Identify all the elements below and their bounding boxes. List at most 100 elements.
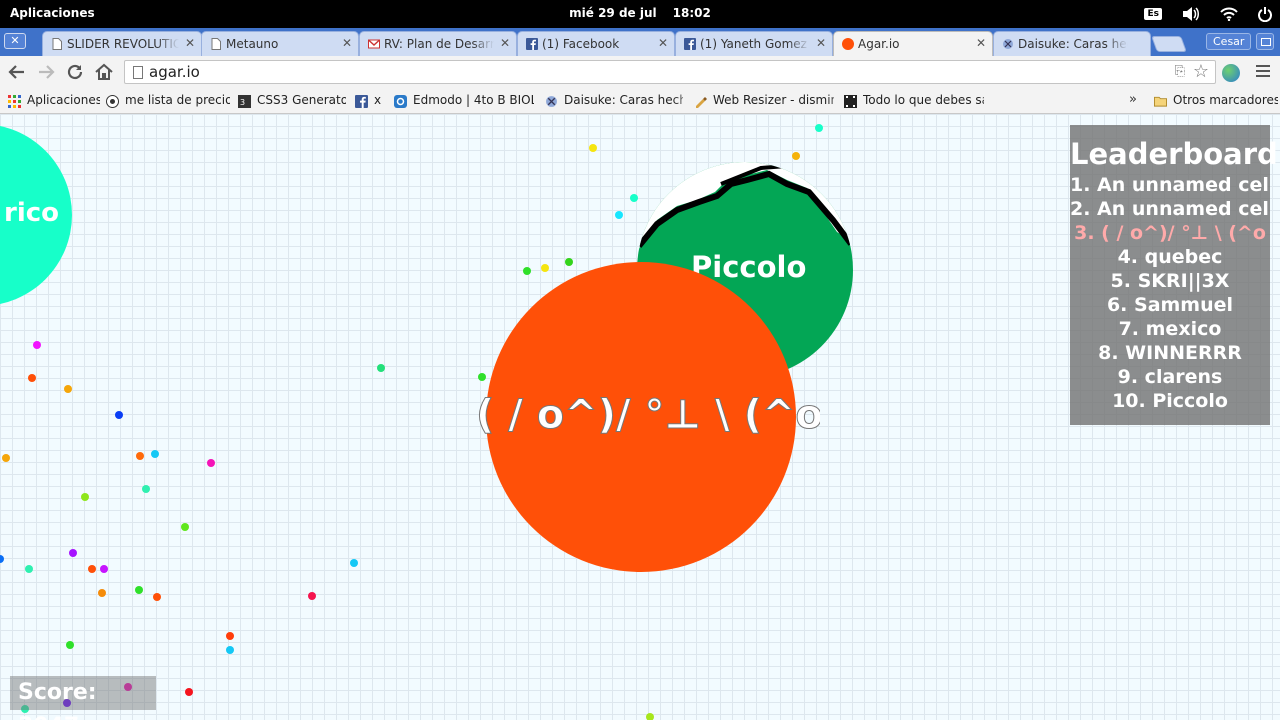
tab-close-icon[interactable]: ✕	[500, 36, 510, 50]
food-pellet	[541, 264, 549, 272]
tab-slider-revolution[interactable]: SLIDER REVOLUTION ✕	[42, 31, 202, 56]
food-pellet	[589, 144, 597, 152]
tab-facebook[interactable]: (1) Facebook ✕	[517, 31, 675, 56]
os-top-bar: Aplicaciones mié 29 de jul 18:02 Es	[0, 0, 1280, 28]
food-pellet	[350, 559, 358, 567]
leaderboard-row: 6. Sammuel	[1106, 294, 1234, 316]
food-pellet	[66, 641, 74, 649]
tab-gmail[interactable]: RV: Plan de Desarrollo ✕	[359, 31, 517, 56]
leaderboard-row: 1. An unnamed cell	[1070, 174, 1270, 196]
food-pellet	[25, 565, 33, 573]
bookmark-daisuke[interactable]: Daisuke: Caras hechas	[545, 92, 683, 110]
home-button[interactable]	[94, 62, 114, 82]
bookmark-label: Edmodo | 4to B BIOLOGIA	[413, 93, 534, 107]
daisuke-icon	[546, 96, 557, 107]
food-pellet	[153, 593, 161, 601]
tab-agario[interactable]: Agar.io ✕	[833, 31, 993, 56]
other-bookmarks-folder[interactable]: Otros marcadores	[1154, 92, 1278, 110]
food-pellet	[181, 523, 189, 531]
volume-icon[interactable]	[1182, 6, 1200, 22]
bookmark-label: Aplicaciones	[27, 93, 100, 107]
tab-label: Agar.io	[858, 37, 900, 51]
tab-metauno[interactable]: Metauno ✕	[201, 31, 359, 56]
food-pellet	[308, 592, 316, 600]
tab-yaneth-facebook[interactable]: (1) Yaneth Gomez C ✕	[675, 31, 833, 56]
bookmark-todo-lo-que[interactable]: Todo lo que debes saber	[844, 92, 984, 110]
svg-text:3: 3	[240, 98, 245, 107]
left-cell-name: rico	[4, 198, 60, 228]
tab-close-icon[interactable]: ✕	[816, 36, 826, 50]
os-clock[interactable]: mié 29 de jul 18:02	[0, 6, 1280, 20]
agario-icon	[842, 38, 854, 50]
page-icon	[211, 38, 221, 50]
food-pellet	[64, 385, 72, 393]
food-pellet	[377, 364, 385, 372]
leaderboard-list: 1. An unnamed cell 2. An unnamed cell 3.…	[1070, 173, 1270, 413]
back-button[interactable]	[7, 62, 27, 82]
tab-daisuke[interactable]: Daisuke: Caras hechas	[993, 31, 1151, 56]
tab-close-icon[interactable]: ✕	[658, 36, 668, 50]
tab-close-icon[interactable]: ✕	[976, 36, 986, 50]
extension-globe-icon[interactable]	[1222, 64, 1240, 82]
gmail-icon	[368, 39, 380, 49]
bookmark-lista-precios[interactable]: me lista de precios	[106, 92, 230, 110]
leaderboard-row: 10. Piccolo	[1112, 390, 1228, 412]
food-pellet	[142, 485, 150, 493]
food-pellet	[815, 124, 823, 132]
tab-close-icon[interactable]: ✕	[342, 36, 352, 50]
facebook-icon	[355, 95, 368, 108]
bookmark-edmodo[interactable]: Edmodo | 4to B BIOLOGIA	[394, 92, 534, 110]
food-pellet	[28, 374, 36, 382]
edmodo-icon	[394, 95, 407, 108]
food-pellet	[646, 713, 654, 720]
player-cell-name: ( / o^)/ °⊥ \ (^o	[476, 392, 820, 438]
bookmark-apps[interactable]: Aplicaciones	[8, 92, 100, 110]
webresizer-icon	[696, 97, 707, 108]
bookmark-css3-generator[interactable]: 3 CSS3 Generator	[238, 92, 346, 110]
address-bar[interactable]: agar.io ⎘ ☆	[124, 60, 1216, 84]
wifi-icon[interactable]	[1220, 7, 1238, 21]
bookmark-star-icon[interactable]: ☆	[1193, 61, 1209, 82]
food-pellet	[615, 211, 623, 219]
power-icon[interactable]	[1258, 6, 1272, 22]
bookmark-label: x	[374, 93, 382, 107]
translate-icon[interactable]: ⎘	[1175, 64, 1185, 79]
facebook-icon	[526, 38, 538, 50]
game-canvas[interactable]: rico Piccolo ( / o^)/ °⊥ \ (^o Leaderboa…	[0, 114, 1280, 720]
leaderboard-row-current-player: 3. ( / o^)/ °⊥ \ (^o	[1074, 222, 1266, 244]
food-pellet	[185, 688, 193, 696]
leaderboard-row: 8. WINNERRR	[1098, 342, 1242, 364]
bookmarks-bar: Aplicaciones me lista de precios 3 CSS3 …	[0, 88, 1280, 114]
menu-icon[interactable]	[1256, 65, 1270, 79]
bookmark-x[interactable]: x	[355, 92, 387, 110]
keyboard-layout-indicator[interactable]: Es	[1144, 8, 1162, 20]
leaderboard-panel: Leaderboard 1. An unnamed cell 2. An unn…	[1070, 125, 1278, 425]
new-tab-button[interactable]	[1151, 36, 1187, 52]
leaderboard-row: 9. clarens	[1117, 366, 1223, 388]
page-info-icon[interactable]	[133, 66, 143, 79]
food-pellet	[151, 450, 159, 458]
profile-button[interactable]: Cesar	[1206, 33, 1252, 50]
leaderboard-row: 7. mexico	[1118, 318, 1222, 340]
facebook-icon	[684, 38, 696, 50]
tab-close-icon[interactable]: ✕	[185, 36, 195, 50]
food-pellet	[207, 459, 215, 467]
css3-icon: 3	[238, 95, 251, 108]
forward-button[interactable]	[36, 62, 56, 82]
close-window-icon[interactable]: ✕	[4, 33, 26, 49]
page-icon	[52, 38, 62, 50]
food-pellet	[226, 646, 234, 654]
leaderboard-row: 4. quebec	[1117, 246, 1223, 268]
bookmark-web-resizer[interactable]: Web Resizer - disminuir	[694, 92, 834, 110]
tab-label: Metauno	[226, 37, 279, 51]
bookmark-label: CSS3 Generator	[257, 93, 346, 107]
url-text[interactable]: agar.io	[149, 63, 200, 81]
reload-icon	[67, 64, 83, 80]
food-pellet	[115, 411, 123, 419]
system-tray: Es	[1144, 4, 1272, 24]
reload-button[interactable]	[65, 62, 85, 82]
more-bookmarks-chevron-icon[interactable]: »	[1129, 92, 1137, 107]
os-time: 18:02	[672, 6, 711, 20]
food-pellet	[565, 258, 573, 266]
restore-window-icon[interactable]	[1256, 33, 1274, 50]
